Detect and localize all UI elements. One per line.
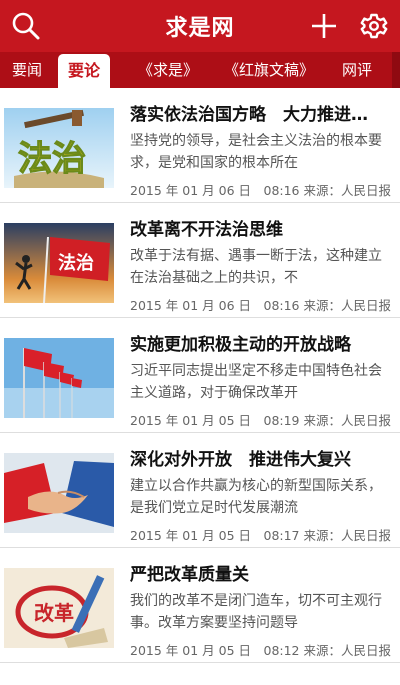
article-title: 深化对外开放 推进伟大复兴	[130, 450, 351, 470]
article-meta: 2015 年 01 月 05 日 08:17 来源：人民日报	[130, 528, 391, 543]
thumb-text: 法治	[18, 139, 86, 179]
settings-button[interactable]	[356, 8, 392, 44]
article-title: 改革离不开法治思维	[130, 220, 283, 240]
article-title: 严把改革质量关	[130, 565, 249, 585]
article-meta: 2015 年 01 月 05 日 08:19 来源：人民日报	[130, 413, 391, 428]
article-thumbnail	[4, 453, 114, 533]
list-item[interactable]: 改革 严把改革质量关 我们的改革不是闭门造车，切不可主观行事。改革方案要坚持问题…	[0, 548, 400, 663]
thumb-text: 改革	[34, 601, 74, 625]
list-item[interactable]: 实施更加积极主动的开放战略 习近平同志提出坚定不移走中国特色社会主义道路，对于确…	[0, 318, 400, 433]
gear-icon	[360, 13, 388, 39]
tab-qiushi[interactable]: 《求是》	[138, 52, 198, 88]
article-thumbnail: 法治	[4, 223, 114, 303]
list-item[interactable]: 法治 落实依法治国方略 大力推进… 坚持党的领导，是社会主义法治的根本要求，是党…	[0, 88, 400, 203]
article-meta: 2015 年 01 月 05 日 08:12 来源：人民日报	[130, 643, 391, 658]
article-list: 法治 落实依法治国方略 大力推进… 坚持党的领导，是社会主义法治的根本要求，是党…	[0, 88, 400, 663]
article-title: 落实依法治国方略 大力推进…	[130, 105, 368, 125]
add-button[interactable]	[306, 8, 342, 44]
app-root: 求是网 要闻 要论 《求是》 《红旗文稿》 网评 法治 落实依法治国方略 大力推…	[0, 0, 400, 685]
article-summary: 建立以合作共赢为核心的新型国际关系，是我们党立足时代发展潮流	[130, 478, 382, 516]
tab-yaolun[interactable]: 要论	[58, 54, 111, 88]
article-thumbnail	[4, 338, 114, 418]
article-meta: 2015 年 01 月 06 日 08:16 来源：人民日报	[130, 298, 391, 313]
plus-icon	[312, 14, 336, 38]
list-item[interactable]: 深化对外开放 推进伟大复兴 建立以合作共赢为核心的新型国际关系，是我们党立足时代…	[0, 433, 400, 548]
article-thumbnail: 法治	[4, 108, 114, 188]
article-summary: 坚持党的领导，是社会主义法治的根本要求，是党和国家的根本所在	[130, 133, 382, 171]
app-header: 求是网	[0, 0, 400, 52]
article-summary: 改革于法有据、遇事一断于法，这种建立在法治基础之上的共识，不	[130, 248, 382, 286]
tab-hongqi-wengao[interactable]: 《红旗文稿》	[224, 52, 314, 88]
tab-yaowen[interactable]: 要闻	[12, 52, 42, 88]
tab-scroll-edge	[392, 52, 400, 88]
tab-wangping[interactable]: 网评	[342, 52, 372, 88]
article-title: 实施更加积极主动的开放战略	[130, 335, 351, 355]
article-summary: 我们的改革不是闭门造车，切不可主观行事。改革方案要坚持问题导	[130, 593, 382, 631]
thumb-text: 法治	[58, 252, 94, 274]
list-item[interactable]: 法治 改革离不开法治思维 改革于法有据、遇事一断于法，这种建立在法治基础之上的共…	[0, 203, 400, 318]
category-tabs: 要闻 要论 《求是》 《红旗文稿》 网评	[0, 52, 400, 88]
article-meta: 2015 年 01 月 06 日 08:16 来源：人民日报	[130, 183, 391, 198]
article-summary: 习近平同志提出坚定不移走中国特色社会主义道路，对于确保改革开	[130, 363, 382, 401]
article-thumbnail: 改革	[4, 568, 114, 648]
